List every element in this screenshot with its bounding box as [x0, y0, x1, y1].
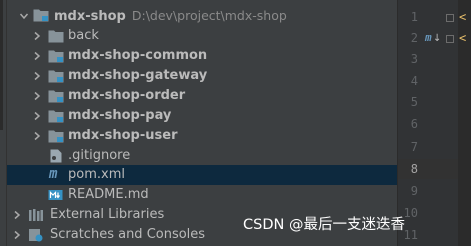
scratches-label: Scratches and Consoles [50, 227, 206, 242]
tree-item-label: back [68, 28, 99, 43]
line-number: 7 [410, 140, 418, 154]
tree-row-module[interactable]: mdx-shop-user [7, 126, 397, 146]
code-area[interactable]: < < [458, 0, 471, 246]
tree-row-file-selected[interactable]: m pom.xml [7, 165, 397, 185]
module-folder-icon [48, 89, 64, 103]
line-number: 3 [410, 52, 418, 66]
module-folder-icon [48, 109, 64, 123]
tree-row-root[interactable]: mdx-shop D:\dev\project\mdx-shop [7, 6, 397, 26]
root-project-label: mdx-shop D:\dev\project\mdx-shop [54, 8, 287, 24]
tool-window-strip-marker [0, 0, 3, 130]
line-number: 5 [410, 95, 418, 109]
line-number: 4 [410, 74, 418, 88]
tree-item-label: mdx-shop-common [68, 48, 208, 63]
chevron-right-icon[interactable] [32, 71, 42, 81]
chevron-down-icon[interactable] [19, 11, 29, 21]
tree-item-label: mdx-shop-order [68, 88, 186, 103]
watermark: CSDN @最后一支迷迭香 [243, 217, 405, 233]
chevron-right-icon[interactable] [12, 210, 22, 220]
line-number: 6 [410, 117, 418, 131]
tree-row-file[interactable]: README.md [7, 185, 397, 205]
maven-gutter-icon[interactable]: m [425, 31, 432, 44]
module-folder-icon [48, 69, 64, 83]
tree-row-back[interactable]: back [7, 26, 397, 46]
scratches-icon [28, 228, 44, 242]
code-token: < [459, 31, 467, 45]
maven-file-icon: m [49, 166, 58, 182]
gitignore-file-icon [50, 149, 62, 163]
fold-marker-icon[interactable] [446, 35, 454, 43]
tree-item-label: mdx-shop-gateway [68, 68, 208, 83]
root-project-path: D:\dev\project\mdx-shop [131, 8, 287, 23]
chevron-right-icon[interactable] [32, 51, 42, 61]
arrow-down-icon[interactable]: ↓ [433, 33, 441, 44]
line-number: 2 [410, 31, 418, 45]
code-token: < [459, 10, 467, 24]
tool-window-strip [0, 0, 7, 246]
tree-item-label: mdx-shop-user [68, 128, 178, 143]
external-libraries-label: External Libraries [50, 207, 165, 222]
tree-row-module[interactable]: mdx-shop-gateway [7, 66, 397, 86]
fold-marker-icon[interactable] [446, 14, 454, 22]
module-folder-icon [48, 129, 64, 143]
tree-item-label: README.md [68, 187, 149, 202]
tree-item-label: mdx-shop-pay [68, 108, 172, 123]
chevron-right-icon[interactable] [32, 111, 42, 121]
tree-item-label: pom.xml [68, 167, 125, 182]
line-number: 1 [410, 10, 418, 24]
chevron-right-icon[interactable] [32, 131, 42, 141]
tree-item-label: .gitignore [68, 148, 131, 163]
chevron-right-icon[interactable] [32, 91, 42, 101]
folder-icon [48, 29, 64, 43]
chevron-right-icon[interactable] [12, 230, 22, 240]
library-icon [28, 208, 44, 222]
line-number: 9 [410, 184, 418, 198]
module-folder-icon [48, 49, 64, 63]
tree-row-module[interactable]: mdx-shop-common [7, 46, 397, 66]
editor-pane[interactable]: 1 2 3 4 5 6 7 8 9 10 11 m ↓ < < [398, 0, 471, 246]
project-tree: mdx-shop D:\dev\project\mdx-shop back mdx… [7, 0, 397, 246]
line-number-current: 8 [410, 162, 418, 176]
tree-row-module[interactable]: mdx-shop-pay [7, 106, 397, 126]
chevron-right-icon[interactable] [32, 31, 42, 41]
tree-row-file[interactable]: .gitignore [7, 146, 397, 166]
markdown-file-icon [48, 188, 63, 202]
tree-row-module[interactable]: mdx-shop-order [7, 86, 397, 106]
module-folder-icon [33, 8, 49, 22]
